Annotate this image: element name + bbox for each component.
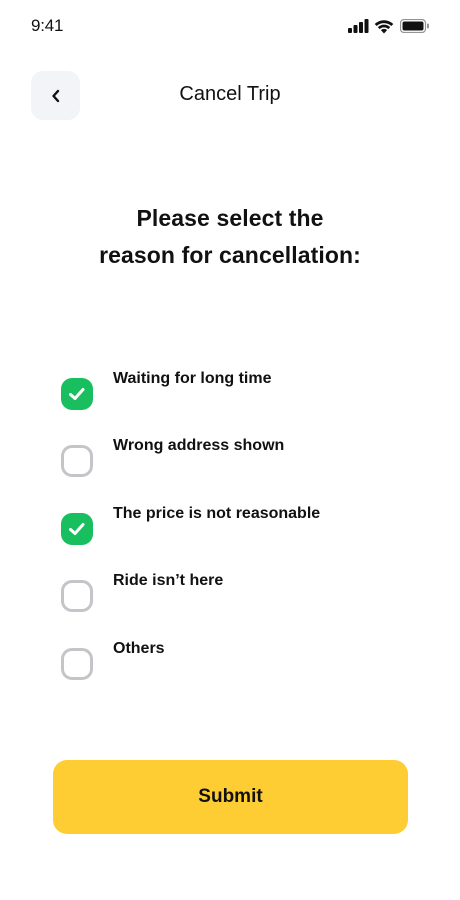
reason-option-ride-not-here[interactable]: Ride isn’t here xyxy=(58,572,388,612)
reason-checkbox[interactable] xyxy=(61,378,93,410)
reason-checkbox[interactable] xyxy=(61,580,93,612)
reason-label: Others xyxy=(113,640,165,657)
cellular-signal-icon xyxy=(348,19,369,33)
submit-button[interactable]: Submit xyxy=(53,760,408,834)
cancel-trip-screen: 9:41 Cancel Trip Please select the reaso… xyxy=(0,0,460,900)
reason-label: Waiting for long time xyxy=(113,370,272,387)
reason-label: Wrong address shown xyxy=(113,437,285,454)
reason-checkbox[interactable] xyxy=(61,513,93,545)
reason-label: The price is not reasonable xyxy=(113,505,321,522)
cancellation-question: Please select the reason for cancellatio… xyxy=(30,200,430,274)
question-line-2: reason for cancellation: xyxy=(99,242,361,268)
question-line-1: Please select the xyxy=(136,205,324,231)
page-title: Cancel Trip xyxy=(179,83,281,105)
reason-option-price[interactable]: The price is not reasonable xyxy=(58,505,388,545)
status-bar: 9:41 xyxy=(0,0,460,52)
reason-label: Ride isn’t here xyxy=(113,572,224,589)
checkmark-icon xyxy=(69,523,85,535)
submit-label: Submit xyxy=(198,786,263,807)
reason-checkbox[interactable] xyxy=(61,445,93,477)
battery-icon xyxy=(400,19,429,33)
reason-option-waiting[interactable]: Waiting for long time xyxy=(58,370,388,410)
reason-checkbox[interactable] xyxy=(61,648,93,680)
status-time: 9:41 xyxy=(31,16,64,35)
reason-option-others[interactable]: Others xyxy=(58,640,388,680)
reason-option-wrong-address[interactable]: Wrong address shown xyxy=(58,437,388,477)
wifi-icon xyxy=(374,20,394,34)
checkmark-icon xyxy=(69,388,85,400)
